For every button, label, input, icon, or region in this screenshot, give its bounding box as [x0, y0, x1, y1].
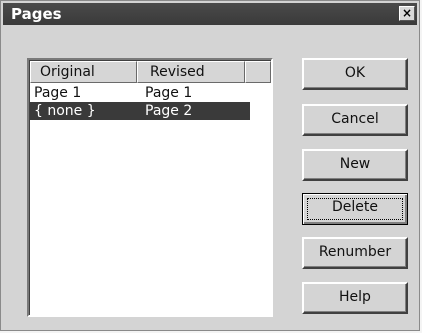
list-row-selected[interactable]: { none } Page 2	[30, 102, 271, 120]
dialog-title: Pages	[11, 5, 62, 23]
list-row[interactable]: Page 1 Page 1	[30, 84, 271, 102]
list-rows: Page 1 Page 1 { none } Page 2	[30, 84, 271, 120]
pages-list[interactable]: Original Revised Page 1 Page 1 { none } …	[27, 58, 273, 317]
pages-dialog: Pages × Original Revised Page 1 Page 1 {…	[0, 0, 420, 331]
close-button[interactable]: ×	[399, 6, 415, 21]
help-button[interactable]: Help	[302, 282, 408, 314]
cell-original: Page 1	[34, 85, 82, 101]
cancel-label: Cancel	[331, 111, 379, 127]
cell-revised: Page 2	[141, 102, 250, 120]
cell-revised: Page 1	[145, 85, 193, 101]
renumber-button[interactable]: Renumber	[302, 237, 408, 269]
cancel-button[interactable]: Cancel	[302, 104, 408, 136]
close-icon: ×	[401, 6, 413, 20]
column-header-original[interactable]: Original	[30, 61, 137, 83]
list-header: Original Revised	[30, 61, 271, 83]
title-bar[interactable]: Pages ×	[3, 3, 417, 25]
column-header-revised[interactable]: Revised	[137, 61, 245, 83]
new-label: New	[339, 156, 371, 172]
help-label: Help	[339, 289, 371, 305]
column-header-filler	[245, 61, 271, 83]
ok-button[interactable]: OK	[302, 58, 408, 90]
delete-label: Delete	[332, 199, 378, 215]
delete-button[interactable]: Delete	[302, 193, 408, 225]
cell-original: { none }	[30, 102, 141, 120]
ok-label: OK	[344, 65, 366, 81]
new-button[interactable]: New	[302, 149, 408, 181]
renumber-label: Renumber	[318, 244, 392, 260]
